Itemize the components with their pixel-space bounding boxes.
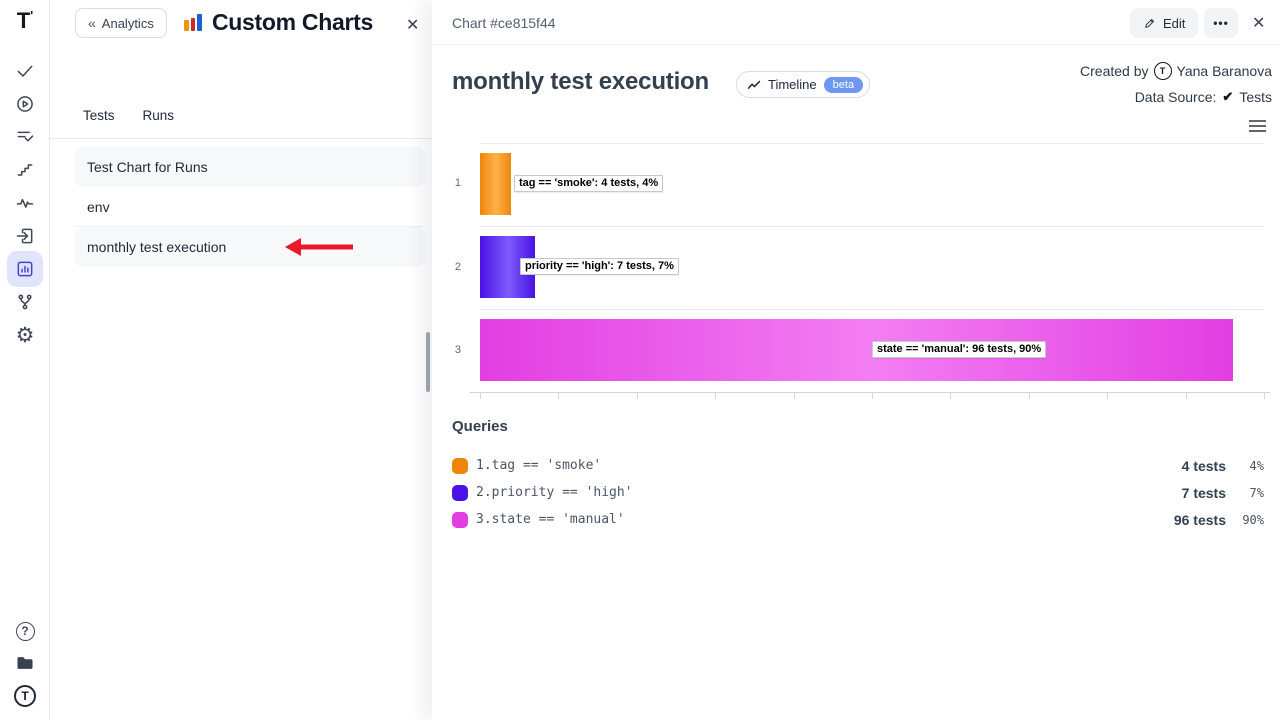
query-percent: 4%	[1226, 459, 1264, 473]
beta-badge: beta	[824, 77, 863, 93]
stairs-icon	[15, 160, 35, 180]
chart-context-menu-icon[interactable]	[1249, 117, 1266, 135]
bar-label-2: priority == 'high': 7 tests, 7%	[520, 258, 679, 275]
trend-line-icon	[747, 79, 761, 91]
question-circle-icon: ?	[16, 622, 35, 641]
git-merge-icon	[15, 292, 35, 312]
timeline-label: Timeline	[768, 77, 817, 92]
chart-detail-panel: Chart #ce815f44 Edit ••• ✕ monthly test …	[432, 0, 1280, 720]
gridline	[480, 143, 1264, 144]
query-percent: 7%	[1226, 486, 1264, 500]
category-label-3: 3	[447, 344, 461, 356]
bar-state-manual[interactable]	[480, 319, 1233, 381]
projects-icon[interactable]	[7, 645, 43, 681]
panel-close-icon[interactable]: ✕	[400, 13, 425, 37]
scrollbar-thumb[interactable]	[426, 332, 430, 392]
play-circle-icon	[15, 94, 35, 114]
account-icon[interactable]: T	[7, 678, 43, 714]
settings-icon[interactable]: ⚙	[7, 317, 43, 353]
x-axis-ticks	[480, 393, 1264, 400]
data-source-line: Data Source: ✔ Tests	[1135, 89, 1272, 105]
list-item-test-chart-for-runs[interactable]: Test Chart for Runs	[75, 147, 425, 187]
list-check-icon	[15, 127, 35, 147]
bar-label-3: state == 'manual': 96 tests, 90%	[872, 341, 1046, 358]
query-color-swatch	[452, 485, 468, 501]
app-logo[interactable]: T'	[0, 8, 50, 34]
chart-title: monthly test execution	[452, 68, 709, 96]
import-icon[interactable]	[7, 218, 43, 254]
query-row: 1.tag == 'smoke' 4 tests 4%	[452, 452, 1264, 479]
query-color-swatch	[452, 512, 468, 528]
activity-icon	[15, 193, 35, 213]
tab-tests[interactable]: Tests	[83, 108, 115, 123]
tests-icon[interactable]	[7, 53, 43, 89]
query-row: 3.state == 'manual' 96 tests 90%	[452, 506, 1264, 533]
bar-chart-icon	[15, 259, 35, 279]
created-by-name: Yana Baranova	[1177, 63, 1272, 79]
analytics-back-button[interactable]: « Analytics	[75, 8, 167, 38]
avatar: T	[1154, 62, 1172, 80]
gridline	[480, 226, 1264, 227]
red-arrow-annotation	[283, 236, 355, 258]
double-chevron-left-icon: «	[88, 15, 96, 31]
chart-type-tabs: Tests Runs	[83, 108, 174, 123]
close-icon[interactable]: ✕	[1252, 13, 1265, 33]
bar-chart-colored-icon	[182, 12, 204, 34]
queries-list: 1.tag == 'smoke' 4 tests 4% 2.priority =…	[452, 452, 1264, 533]
t-logo-badge-icon: T	[14, 685, 36, 707]
test-plans-icon[interactable]	[7, 119, 43, 155]
tab-runs[interactable]: Runs	[143, 108, 175, 123]
box-arrow-in-icon	[15, 226, 35, 246]
chart-list: Test Chart for Runs env monthly test exe…	[75, 147, 425, 267]
query-row: 2.priority == 'high' 7 tests 7%	[452, 479, 1264, 506]
queries-section-title: Queries	[452, 418, 508, 435]
category-label-2: 2	[447, 261, 461, 273]
timeline-toggle[interactable]: Timeline beta	[736, 71, 870, 98]
page-title: Custom Charts	[212, 9, 373, 36]
category-label-1: 1	[447, 177, 461, 189]
divider	[50, 138, 432, 139]
list-item-env[interactable]: env	[75, 187, 425, 227]
query-color-swatch	[452, 458, 468, 474]
query-tests-count: 4 tests	[1156, 458, 1226, 474]
help-icon[interactable]: ?	[7, 613, 43, 649]
app-window: T' ⚙ ?	[0, 0, 1280, 720]
bar-label-1: tag == 'smoke': 4 tests, 4%	[514, 175, 663, 192]
runs-icon[interactable]	[7, 86, 43, 122]
check-icon	[15, 61, 35, 81]
panel-header: Chart #ce815f44 Edit ••• ✕	[432, 0, 1280, 45]
query-tests-count: 96 tests	[1156, 512, 1226, 528]
more-options-button[interactable]: •••	[1204, 8, 1238, 38]
check-icon: ✔	[1222, 89, 1233, 105]
list-item-monthly-test-execution[interactable]: monthly test execution	[75, 227, 425, 267]
edit-button[interactable]: Edit	[1130, 8, 1198, 38]
gridline	[480, 309, 1264, 310]
custom-charts-panel: « Analytics Custom Charts ✕ Tests Runs T…	[50, 0, 432, 720]
bar-tag-smoke[interactable]	[480, 153, 511, 215]
left-icon-sidebar: T' ⚙ ?	[0, 0, 50, 720]
query-percent: 90%	[1226, 513, 1264, 527]
steps-icon[interactable]	[7, 152, 43, 188]
folder-icon	[15, 653, 35, 673]
gear-icon: ⚙	[16, 325, 35, 346]
created-by-line: Created by T Yana Baranova	[1080, 62, 1272, 80]
branches-icon[interactable]	[7, 284, 43, 320]
back-button-label: Analytics	[102, 16, 154, 31]
analytics-icon-active[interactable]	[7, 251, 43, 287]
query-tests-count: 7 tests	[1156, 485, 1226, 501]
bar-chart-plot: 1 2 3 tag == 'smoke': 4 tests, 4% priori…	[480, 143, 1264, 393]
pencil-icon	[1143, 17, 1156, 30]
data-source-value: Tests	[1239, 89, 1272, 105]
pulse-icon[interactable]	[7, 185, 43, 221]
chart-id-title: Chart #ce815f44	[452, 15, 556, 31]
